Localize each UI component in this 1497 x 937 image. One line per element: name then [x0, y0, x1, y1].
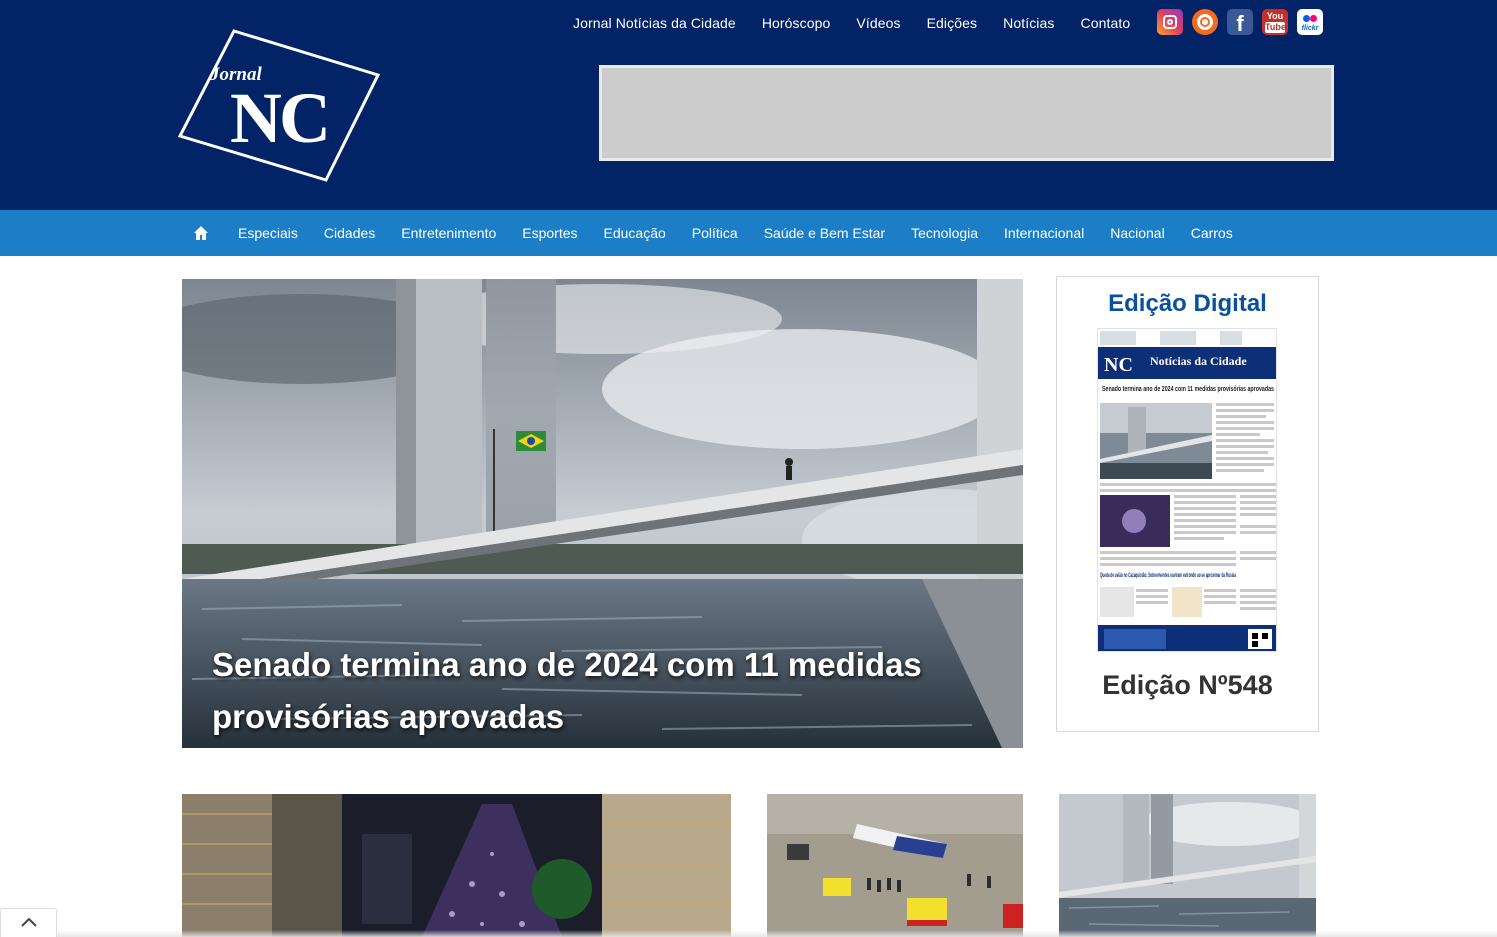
svg-text:NC: NC	[1104, 354, 1133, 376]
topnav-link-jornal[interactable]: Jornal Notícias da Cidade	[573, 15, 736, 31]
youtube-icon-bottom: Tube	[1265, 22, 1286, 33]
digital-edition-title: Edição Digital	[1108, 290, 1267, 317]
radio-icon[interactable]	[1192, 9, 1218, 35]
category-educacao[interactable]: Educação	[604, 225, 666, 241]
topnav-link-videos[interactable]: Vídeos	[856, 15, 900, 31]
hero-story[interactable]: Senado termina ano de 2024 com 11 medida…	[182, 279, 1023, 748]
category-internacional[interactable]: Internacional	[1004, 225, 1084, 241]
category-carros[interactable]: Carros	[1191, 225, 1233, 241]
story-card-image	[767, 794, 1023, 937]
site-logo[interactable]: Jornal NC	[176, 28, 382, 184]
topnav-link-edicoes[interactable]: Edições	[927, 15, 978, 31]
youtube-icon[interactable]: You Tube	[1262, 9, 1288, 35]
category-politica[interactable]: Política	[692, 225, 738, 241]
story-card[interactable]	[767, 794, 1023, 937]
category-nacional[interactable]: Nacional	[1110, 225, 1164, 241]
social-links: f You Tube flickr	[1157, 9, 1323, 36]
instagram-icon[interactable]	[1157, 9, 1183, 35]
story-card-image	[182, 794, 731, 937]
category-esportes[interactable]: Esportes	[522, 225, 577, 241]
chevron-up-icon	[21, 917, 37, 927]
story-card[interactable]	[182, 794, 731, 937]
scroll-to-top-button[interactable]	[0, 908, 57, 937]
category-saude[interactable]: Saúde e Bem Estar	[764, 225, 885, 241]
hero-title[interactable]: Senado termina ano de 2024 com 11 medida…	[212, 639, 1002, 743]
facebook-icon[interactable]: f	[1227, 9, 1253, 36]
topnav-link-noticias[interactable]: Notícias	[1003, 15, 1054, 31]
category-cidades[interactable]: Cidades	[324, 225, 375, 241]
top-navigation: Jornal Notícias da Cidade Horóscopo Víde…	[573, 13, 1156, 33]
edition-cover[interactable]: NC Notícias da Cidade Senado termina ano…	[1097, 328, 1277, 652]
category-entretenimento[interactable]: Entretenimento	[401, 225, 496, 241]
topnav-link-contato[interactable]: Contato	[1081, 15, 1131, 31]
svg-text:NC: NC	[230, 78, 328, 158]
topnav-link-horoscopo[interactable]: Horóscopo	[762, 15, 831, 31]
page-fade	[0, 930, 1497, 937]
cover-story-2: Queda de avião no Cazaquistão: Sobrevive…	[1100, 573, 1236, 579]
cover-masthead: Notícias da Cidade	[1150, 354, 1247, 368]
youtube-icon-top: You	[1266, 11, 1284, 21]
ad-banner[interactable]	[599, 65, 1334, 161]
edition-number[interactable]: Edição Nº548	[1057, 670, 1318, 701]
cover-headline: Senado termina ano de 2024 com 11 medida…	[1102, 386, 1274, 393]
story-card-image	[1059, 794, 1316, 937]
story-card[interactable]	[1059, 794, 1316, 937]
home-icon[interactable]	[193, 225, 209, 241]
site-header: Jornal NC Jornal Notícias da Cidade Horó…	[0, 0, 1497, 210]
digital-edition-widget: Edição Digital NC Notícias da Cidade Sen…	[1056, 276, 1319, 732]
category-especiais[interactable]: Especiais	[238, 225, 298, 241]
category-tecnologia[interactable]: Tecnologia	[911, 225, 978, 241]
flickr-icon-text: flickr	[1301, 25, 1319, 32]
category-navigation: Especiais Cidades Entretenimento Esporte…	[0, 210, 1497, 256]
flickr-icon[interactable]: flickr	[1297, 9, 1323, 35]
